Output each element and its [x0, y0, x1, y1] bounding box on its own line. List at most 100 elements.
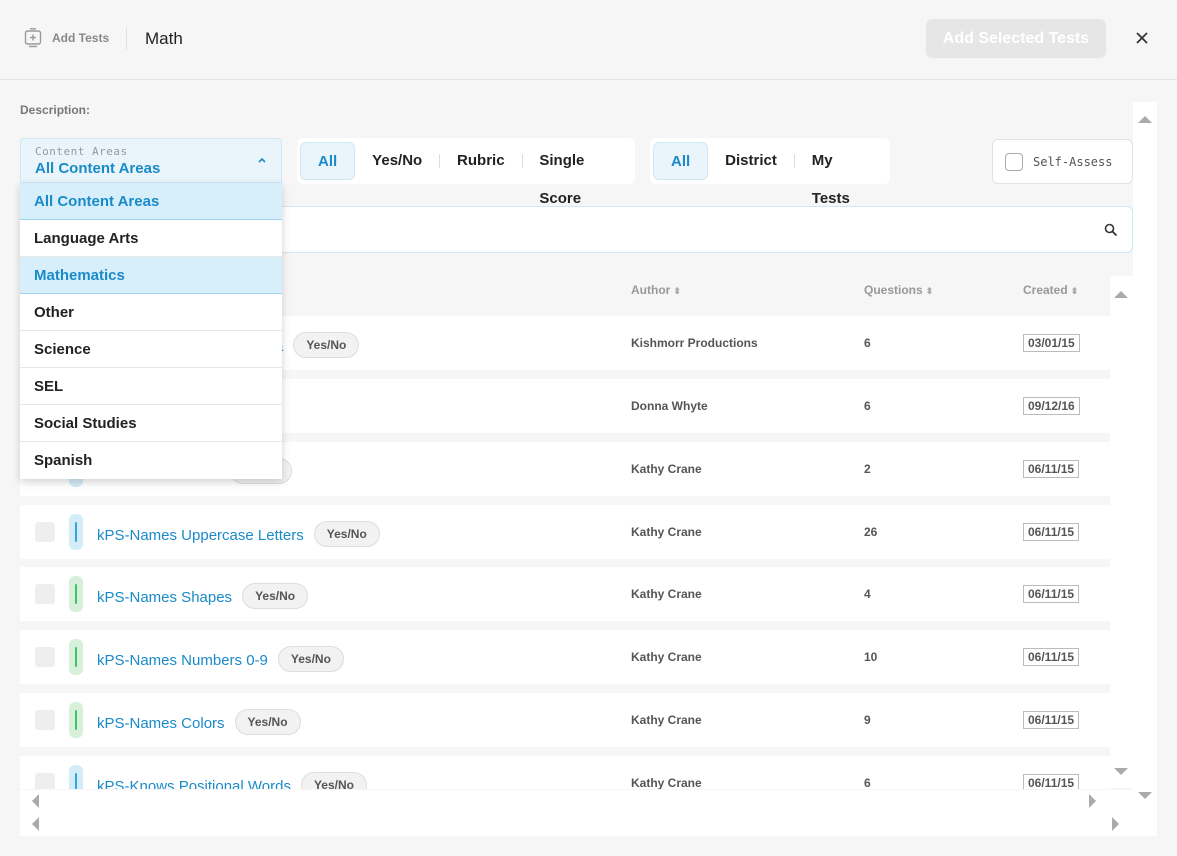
test-questions: 2: [864, 462, 871, 476]
row-checkbox[interactable]: [35, 710, 55, 730]
test-created-date: 06/11/15: [1023, 585, 1080, 603]
page-title: Math: [145, 29, 183, 48]
self-assess-checkbox[interactable]: [1005, 153, 1023, 171]
test-author: Kathy Crane: [631, 776, 702, 789]
self-assess-label: Self-Assess: [1033, 155, 1113, 169]
dropdown-option-all-content-areas[interactable]: All Content Areas: [20, 183, 282, 220]
column-header-questions-label: Questions: [864, 283, 923, 297]
score-type-badge: Yes/No: [242, 583, 309, 609]
row-checkbox[interactable]: [35, 647, 55, 667]
content-area-marker: [69, 514, 83, 550]
score-type-rubric[interactable]: Rubric: [440, 142, 522, 180]
score-type-all[interactable]: All: [300, 142, 356, 180]
test-author: Kathy Crane: [631, 587, 702, 601]
row-checkbox[interactable]: [35, 584, 55, 604]
modal-header: Add Tests Math Add Selected Tests: [0, 0, 1177, 80]
column-header-author[interactable]: Author ⬍: [631, 283, 681, 297]
scroll-left-icon[interactable]: [32, 817, 39, 831]
test-questions: 9: [864, 713, 871, 727]
score-type-filter: All Yes/No Rubric Single Score: [297, 138, 635, 207]
sort-icon: ⬍: [925, 286, 934, 296]
score-type-badge: Yes/No: [277, 646, 344, 672]
content-area-hint: Content Areas: [35, 145, 128, 158]
dropdown-option-language-arts[interactable]: Language Arts: [20, 220, 282, 257]
column-header-created-label: Created: [1023, 283, 1068, 297]
content-area-marker: [69, 765, 83, 789]
table-horizontal-scrollbar[interactable]: [20, 790, 1133, 836]
table-row[interactable]: kPS-Names Colors Yes/No Kathy Crane 9 06/…: [20, 693, 1110, 747]
test-created-date: 09/12/16: [1023, 397, 1080, 415]
test-name-link[interactable]: kPS-Names Numbers 0-9 Yes/No: [97, 646, 344, 674]
row-checkbox[interactable]: [35, 773, 55, 789]
chevron-up-icon: [258, 157, 266, 163]
test-name: kPS-Names Uppercase Letters: [97, 526, 304, 544]
sort-icon: ⬍: [673, 286, 681, 296]
table-row[interactable]: kPS-Knows Positional Words Yes/No Kathy C…: [20, 756, 1110, 789]
source-all[interactable]: All: [653, 142, 709, 180]
test-questions: 4: [864, 587, 871, 601]
content-area-marker: [69, 576, 83, 612]
test-name-link[interactable]: kPS-Names Uppercase Letters Yes/No: [97, 521, 380, 549]
test-author: Kathy Crane: [631, 462, 702, 476]
source-district[interactable]: District: [708, 142, 794, 180]
table-row[interactable]: kPS-Names Numbers 0-9 Yes/No Kathy Crane …: [20, 630, 1110, 684]
test-created-date: 06/11/15: [1023, 648, 1080, 666]
test-name-link[interactable]: kPS-Names Shapes Yes/No: [97, 583, 309, 611]
description-label: Description:: [20, 103, 91, 117]
test-author: Donna Whyte: [631, 399, 708, 413]
score-type-badge: Yes/No: [300, 772, 367, 789]
add-tests-icon: [24, 28, 42, 48]
table-vertical-scrollbar[interactable]: [1110, 276, 1133, 788]
table-row[interactable]: kPS-Names Shapes Yes/No Kathy Crane 4 06/…: [20, 567, 1110, 621]
scroll-down-icon[interactable]: [1138, 792, 1152, 799]
scroll-down-icon[interactable]: [1114, 768, 1128, 775]
test-author: Kishmorr Productions: [631, 336, 758, 350]
score-type-badge: Yes/No: [234, 709, 301, 735]
test-author: Kathy Crane: [631, 525, 702, 539]
scroll-right-icon[interactable]: [1089, 794, 1096, 808]
test-created-date: 06/11/15: [1023, 774, 1080, 789]
dropdown-option-social-studies[interactable]: Social Studies: [20, 405, 282, 442]
sort-icon: ⬍: [1070, 286, 1079, 296]
content-area-select[interactable]: Content Areas All Content Areas: [20, 138, 282, 183]
test-author: Kathy Crane: [631, 713, 702, 727]
test-questions: 26: [864, 525, 878, 539]
score-type-yes-no[interactable]: Yes/No: [355, 142, 439, 180]
dropdown-option-other[interactable]: Other: [20, 294, 282, 331]
test-created-date: 03/01/15: [1023, 334, 1080, 352]
test-name: kPS-Names Shapes: [97, 588, 233, 606]
test-name: kPS-Names Colors: [97, 714, 225, 732]
table-row[interactable]: kPS-Names Uppercase Letters Yes/No Kathy …: [20, 505, 1110, 559]
scroll-right-icon[interactable]: [1112, 817, 1119, 831]
test-name-link[interactable]: kPS-Names Colors Yes/No: [97, 709, 301, 737]
close-icon[interactable]: [1133, 29, 1151, 47]
column-header-created[interactable]: Created ⬍: [1023, 283, 1078, 297]
column-header-author-label: Author: [631, 283, 671, 297]
search-icon[interactable]: [1104, 223, 1118, 237]
scroll-left-icon[interactable]: [32, 794, 39, 808]
test-questions: 6: [864, 399, 871, 413]
scroll-up-icon[interactable]: [1138, 116, 1152, 123]
source-my-tests[interactable]: My Tests: [795, 142, 887, 207]
row-checkbox[interactable]: [35, 522, 55, 542]
content-area-marker: [69, 702, 83, 738]
dropdown-option-science[interactable]: Science: [20, 331, 282, 368]
test-name-link[interactable]: kPS-Knows Positional Words Yes/No: [97, 772, 367, 789]
dropdown-option-mathematics[interactable]: Mathematics: [20, 257, 282, 294]
score-type-single-score[interactable]: Single Score: [522, 142, 632, 207]
dropdown-option-sel[interactable]: SEL: [20, 368, 282, 405]
test-questions: 6: [864, 336, 871, 350]
content-area-dropdown: All Content Areas Language Arts Mathemat…: [20, 183, 282, 479]
modal-vertical-scrollbar[interactable]: [1133, 102, 1157, 836]
dropdown-option-spanish[interactable]: Spanish: [20, 442, 282, 479]
self-assess-toggle[interactable]: Self-Assess: [992, 139, 1133, 184]
score-type-badge: Yes/No: [293, 332, 360, 358]
test-name-link[interactable]: aYes/No: [275, 332, 360, 360]
column-header-questions[interactable]: Questions ⬍: [864, 283, 933, 297]
test-author: Kathy Crane: [631, 650, 702, 664]
modal-body: Description: All Yes/No Rubric Single Sc…: [0, 80, 1177, 856]
test-created-date: 06/11/15: [1023, 711, 1080, 729]
add-selected-tests-button[interactable]: Add Selected Tests: [926, 19, 1106, 58]
test-name: kPS-Knows Positional Words: [97, 777, 291, 789]
scroll-up-icon[interactable]: [1114, 291, 1128, 298]
